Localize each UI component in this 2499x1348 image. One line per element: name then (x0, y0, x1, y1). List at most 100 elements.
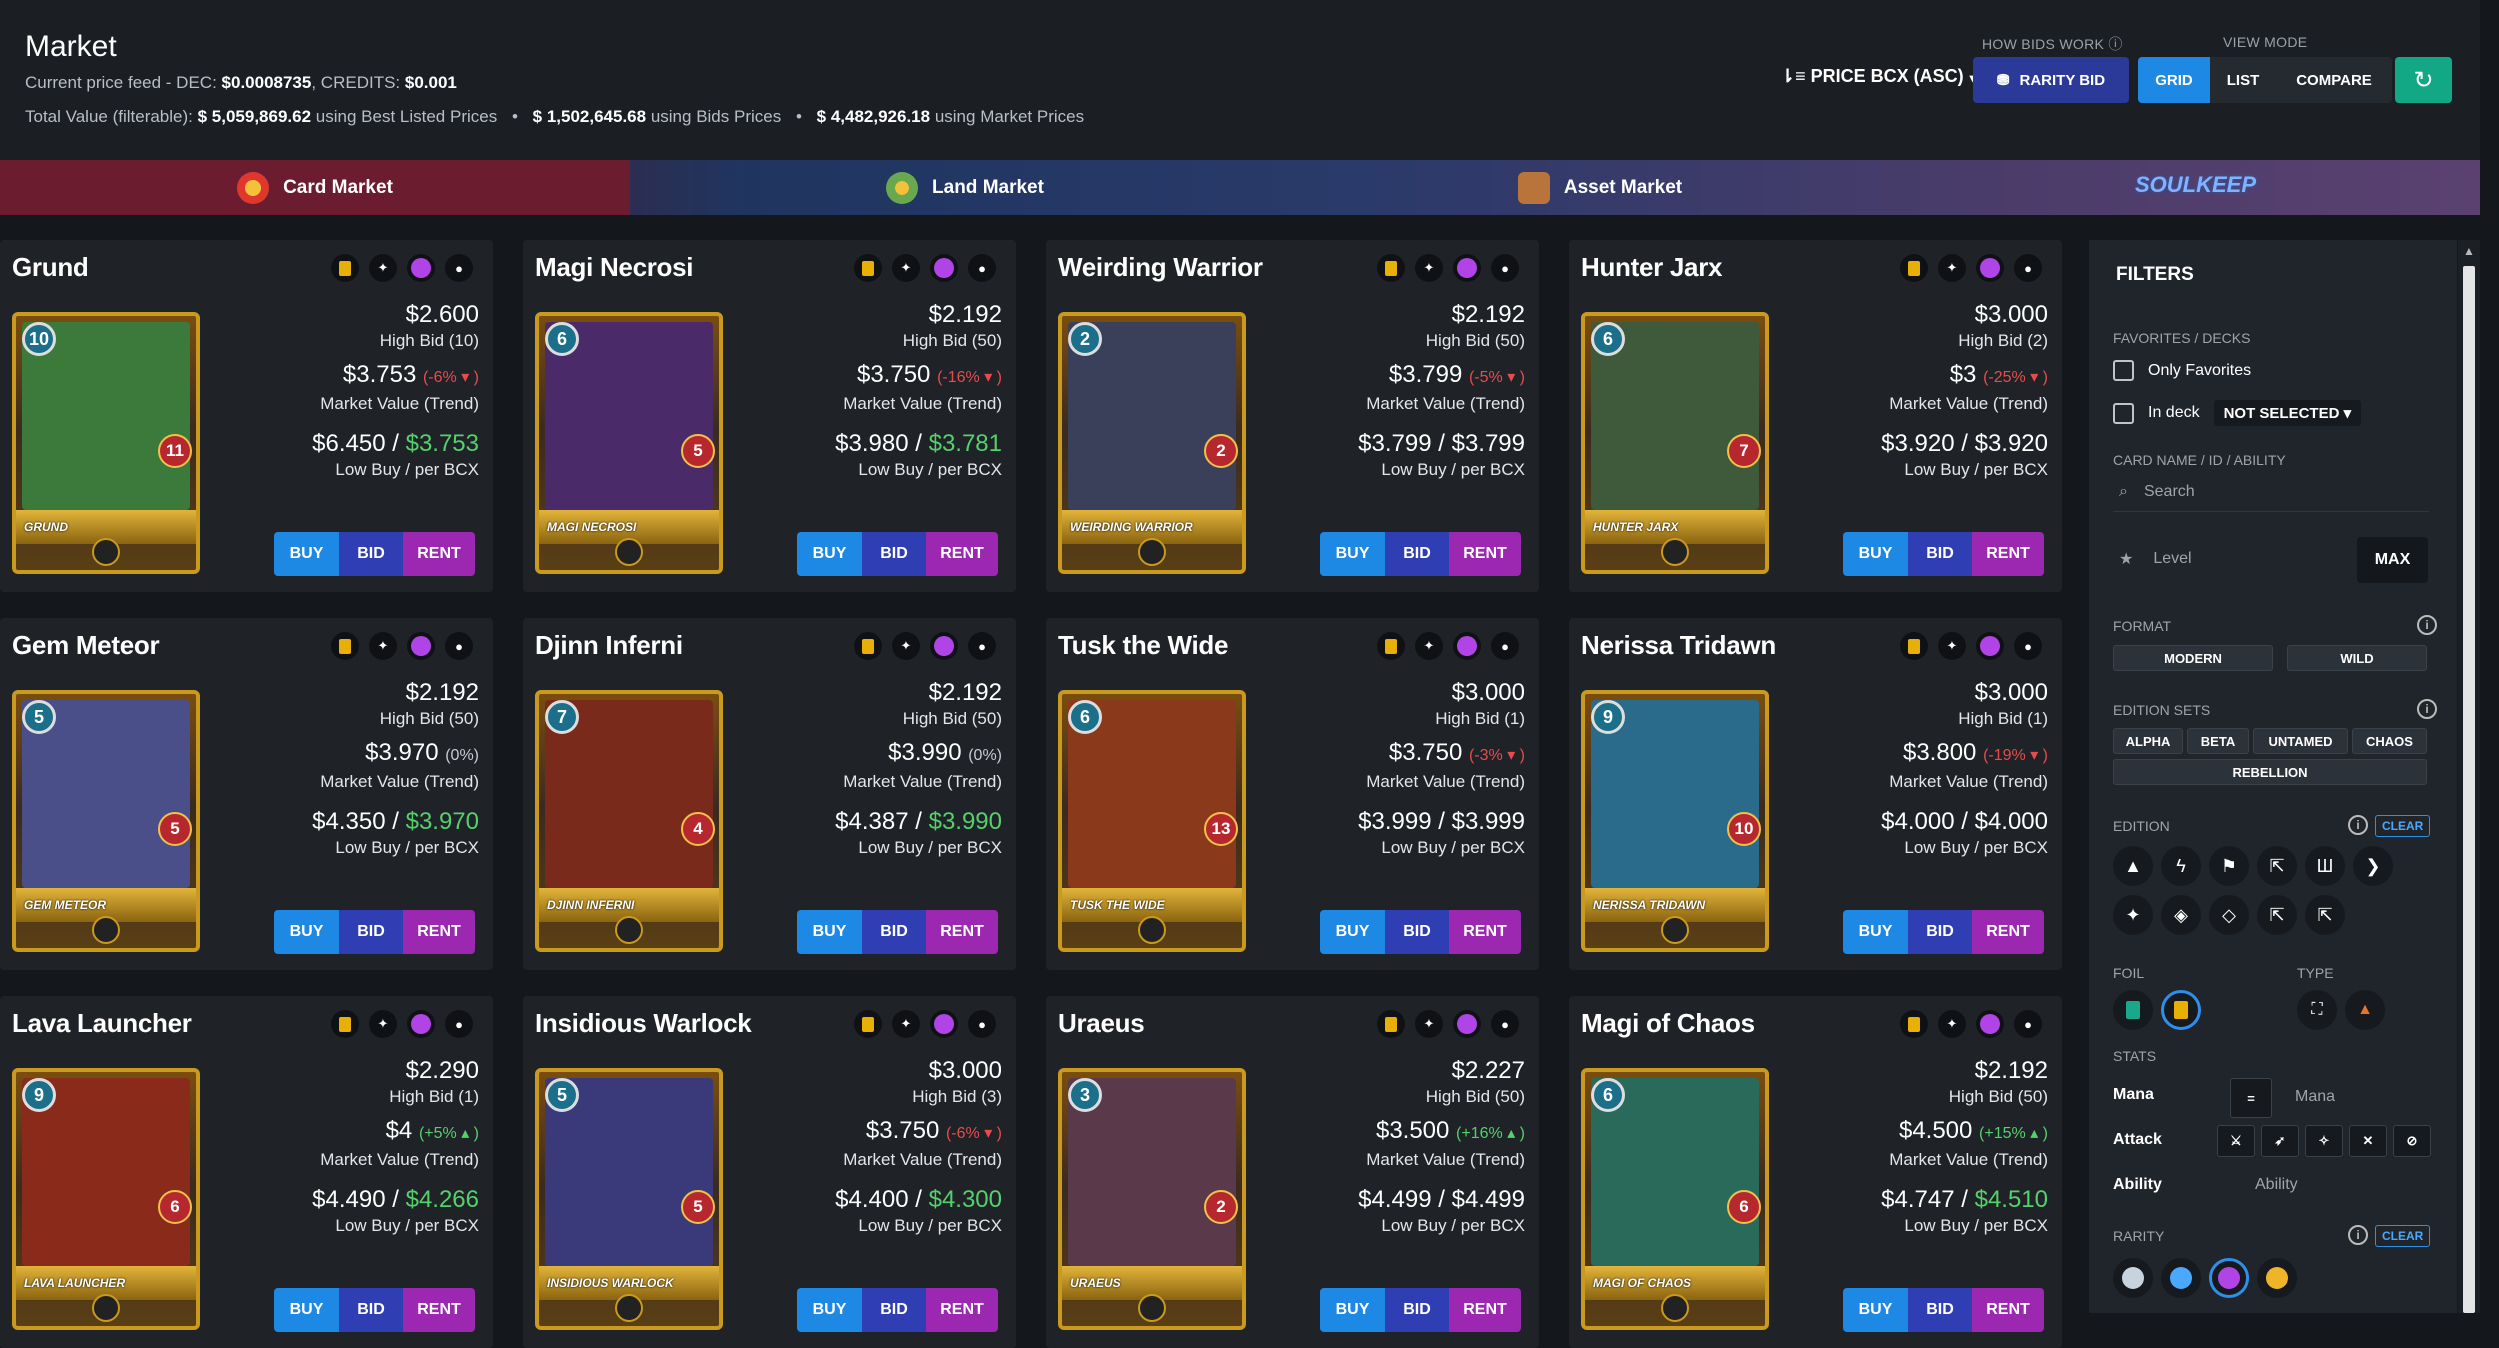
card-image[interactable]: TUSK THE WIDE 6 13 (1058, 690, 1246, 952)
edition-info-icon[interactable]: i (2348, 815, 2368, 835)
rarity-bid-button[interactable]: ⛃ RARITY BID (1973, 57, 2129, 103)
rarity-epic-icon[interactable] (2209, 1258, 2249, 1298)
card-name[interactable]: Djinn Inferni (535, 630, 683, 661)
bid-button[interactable]: BID (1385, 532, 1449, 576)
edition-beta-icon[interactable]: ϟ (2161, 846, 2201, 886)
rarity-common-icon[interactable] (2113, 1258, 2153, 1298)
card-tile[interactable]: Uraeus ✦ ● URAEUS 3 2 $2.227 High Bid (5… (1046, 996, 1539, 1348)
card-tile[interactable]: Hunter Jarx ✦ ● HUNTER JARX 6 7 $3.000 H… (1569, 240, 2062, 592)
rarity-legendary-icon[interactable] (2257, 1258, 2297, 1298)
foil-regular-icon[interactable] (2113, 990, 2153, 1030)
rent-button[interactable]: RENT (403, 1288, 475, 1332)
edition-rebellion-icon[interactable]: ◇ (2209, 895, 2249, 935)
how-bids-work-link[interactable]: HOW BIDS WORK ⓘ (1982, 34, 2123, 54)
attack-none-icon[interactable]: ✕ (2349, 1125, 2387, 1157)
rent-button[interactable]: RENT (1449, 1288, 1521, 1332)
card-tile[interactable]: Nerissa Tridawn ✦ ● NERISSA TRIDAWN 9 10… (1569, 618, 2062, 970)
set-untamed[interactable]: UNTAMED (2253, 728, 2348, 754)
buy-button[interactable]: BUY (274, 532, 339, 576)
tab-asset-market[interactable]: Asset Market (1300, 160, 1900, 215)
bid-button[interactable]: BID (862, 1288, 926, 1332)
edition-dice-icon[interactable]: ❯ (2353, 846, 2393, 886)
buy-button[interactable]: BUY (274, 910, 339, 954)
type-monster-icon[interactable]: ⛶ (2297, 990, 2337, 1030)
card-tile[interactable]: Djinn Inferni ✦ ● DJINN INFERNI 7 4 $2.1… (523, 618, 1016, 970)
bid-button[interactable]: BID (1385, 1288, 1449, 1332)
bid-button[interactable]: BID (862, 910, 926, 954)
tab-land-market[interactable]: Land Market (630, 160, 1300, 215)
ability-input[interactable]: Ability (2255, 1176, 2298, 1194)
format-info-icon[interactable]: i (2417, 615, 2437, 635)
bid-button[interactable]: BID (339, 1288, 403, 1332)
buy-button[interactable]: BUY (1320, 532, 1385, 576)
rent-button[interactable]: RENT (403, 910, 475, 954)
set-chaos[interactable]: CHAOS (2352, 728, 2427, 754)
foil-gold-icon[interactable] (2161, 990, 2201, 1030)
set-alpha[interactable]: ALPHA (2113, 728, 2183, 754)
card-tile[interactable]: Weirding Warrior ✦ ● WEIRDING WARRIOR 2 … (1046, 240, 1539, 592)
bid-button[interactable]: BID (1908, 532, 1972, 576)
bid-button[interactable]: BID (339, 532, 403, 576)
buy-button[interactable]: BUY (797, 532, 862, 576)
buy-button[interactable]: BUY (274, 1288, 339, 1332)
card-name[interactable]: Uraeus (1058, 1008, 1145, 1039)
buy-button[interactable]: BUY (1320, 1288, 1385, 1332)
deck-dropdown[interactable]: NOT SELECTED ▾ (2213, 400, 2362, 426)
card-tile[interactable]: Insidious Warlock ✦ ● INSIDIOUS WARLOCK … (523, 996, 1016, 1348)
rent-button[interactable]: RENT (1972, 1288, 2044, 1332)
card-name[interactable]: Lava Launcher (12, 1008, 192, 1039)
edition-reward-icon[interactable]: ⇱ (2257, 846, 2297, 886)
card-image[interactable]: INSIDIOUS WARLOCK 5 5 (535, 1068, 723, 1330)
max-level-button[interactable]: MAX (2357, 537, 2428, 583)
card-image[interactable]: LAVA LAUNCHER 9 6 (12, 1068, 200, 1330)
mana-operator[interactable]: = (2230, 1078, 2272, 1118)
attack-any-icon[interactable]: ⊘ (2393, 1125, 2431, 1157)
card-name[interactable]: Insidious Warlock (535, 1008, 752, 1039)
edition-soulbound-icon[interactable]: ⇱ (2257, 895, 2297, 935)
card-name[interactable]: Tusk the Wide (1058, 630, 1228, 661)
bid-button[interactable]: BID (1908, 1288, 1972, 1332)
mana-input[interactable]: Mana (2295, 1088, 2335, 1106)
card-name[interactable]: Gem Meteor (12, 630, 160, 661)
bid-button[interactable]: BID (339, 910, 403, 954)
edition-clear-button[interactable]: CLEAR (2375, 815, 2431, 837)
attack-melee-icon[interactable]: ⚔ (2217, 1125, 2255, 1157)
rent-button[interactable]: RENT (1449, 532, 1521, 576)
card-image[interactable]: MAGI OF CHAOS 6 6 (1581, 1068, 1769, 1330)
tab-card-market[interactable]: Card Market (0, 160, 630, 215)
type-summoner-icon[interactable]: ▲ (2345, 990, 2385, 1030)
rent-button[interactable]: RENT (1972, 532, 2044, 576)
bid-button[interactable]: BID (862, 532, 926, 576)
card-name[interactable]: Magi Necrosi (535, 252, 694, 283)
card-image[interactable]: MAGI NECROSI 6 5 (535, 312, 723, 574)
card-name[interactable]: Grund (12, 252, 89, 283)
card-image[interactable]: NERISSA TRIDAWN 9 10 (1581, 690, 1769, 952)
edition-soulbound-rb-icon[interactable]: ⇱ (2305, 895, 2345, 935)
format-modern[interactable]: MODERN (2113, 645, 2273, 671)
set-rebellion[interactable]: REBELLION (2113, 759, 2427, 785)
card-tile[interactable]: Tusk the Wide ✦ ● TUSK THE WIDE 6 13 $3.… (1046, 618, 1539, 970)
card-image[interactable]: HUNTER JARX 6 7 (1581, 312, 1769, 574)
edition-rift-icon[interactable]: ◈ (2161, 895, 2201, 935)
edition-untamed-icon[interactable]: Ш (2305, 846, 2345, 886)
card-tile[interactable]: Gem Meteor ✦ ● GEM METEOR 5 5 $2.192 Hig… (0, 618, 493, 970)
edition-alpha-icon[interactable]: ▲ (2113, 846, 2153, 886)
rent-button[interactable]: RENT (1449, 910, 1521, 954)
card-name[interactable]: Weirding Warrior (1058, 252, 1263, 283)
card-tile[interactable]: Lava Launcher ✦ ● LAVA LAUNCHER 9 6 $2.2… (0, 996, 493, 1348)
card-tile[interactable]: Magi Necrosi ✦ ● MAGI NECROSI 6 5 $2.192… (523, 240, 1016, 592)
scroll-up-icon[interactable]: ▲ (2463, 244, 2475, 258)
buy-button[interactable]: BUY (1843, 910, 1908, 954)
buy-button[interactable]: BUY (1843, 1288, 1908, 1332)
buy-button[interactable]: BUY (1843, 532, 1908, 576)
rent-button[interactable]: RENT (926, 532, 998, 576)
sort-dropdown[interactable]: ⇂≡ PRICE BCX (ASC)▾ (1780, 66, 1976, 87)
card-image[interactable]: WEIRDING WARRIOR 2 2 (1058, 312, 1246, 574)
format-wild[interactable]: WILD (2287, 645, 2427, 671)
card-name[interactable]: Nerissa Tridawn (1581, 630, 1776, 661)
buy-button[interactable]: BUY (1320, 910, 1385, 954)
page-scrollbar[interactable]: ▲ (2458, 240, 2480, 1313)
bid-button[interactable]: BID (1908, 910, 1972, 954)
view-compare-button[interactable]: COMPARE (2276, 57, 2392, 103)
rent-button[interactable]: RENT (926, 1288, 998, 1332)
